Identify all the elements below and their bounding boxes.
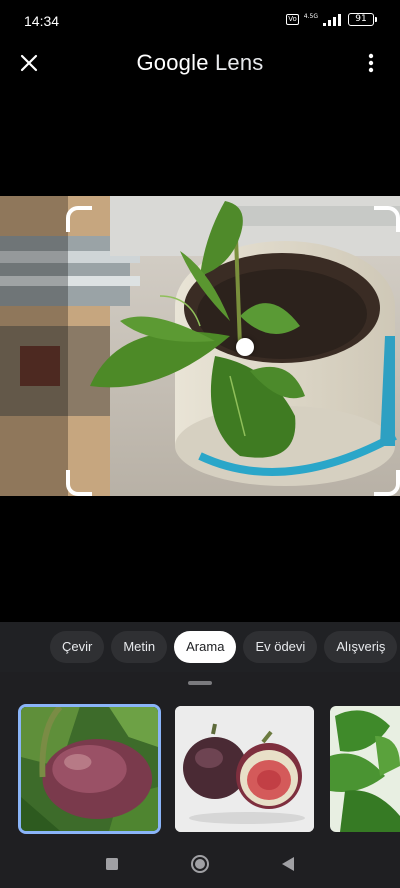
crop-selection-box[interactable] <box>66 206 400 496</box>
result-card-fig-leaves[interactable] <box>330 706 400 832</box>
app-title: Google Lens <box>0 50 400 76</box>
crop-handle-bottom-right[interactable] <box>374 470 400 496</box>
mode-chip-search[interactable]: Arama <box>174 631 237 663</box>
crop-handle-top-left[interactable] <box>66 206 92 232</box>
volte-icon: Vo <box>286 14 299 25</box>
title-product: Lens <box>214 50 264 75</box>
more-vert-icon <box>368 53 374 73</box>
square-icon <box>106 858 118 870</box>
app-bar: Google Lens <box>0 40 400 86</box>
crop-dim-overlay <box>0 196 68 496</box>
figs-halved-image <box>175 706 314 832</box>
result-card-figs-halved[interactable] <box>175 706 314 832</box>
result-card-fig-branch[interactable] <box>18 704 161 834</box>
mode-bar: Çevir Metin Arama Ev ödevi Alışveriş <box>0 622 400 672</box>
back-button[interactable] <box>276 852 300 876</box>
status-bar: 14:34 Vo 4.5G 91 <box>0 0 400 40</box>
triangle-back-icon <box>282 857 294 871</box>
crop-handle-top-right[interactable] <box>374 206 400 232</box>
mode-chip-translate[interactable]: Çevir <box>50 631 105 663</box>
fig-on-branch-image <box>21 707 158 831</box>
status-icons: Vo 4.5G 91 <box>286 12 377 26</box>
status-time: 14:34 <box>24 13 60 29</box>
network-type: 4.5G <box>303 12 318 20</box>
system-nav-bar <box>0 840 400 888</box>
more-options-button[interactable] <box>356 48 386 78</box>
mode-chip-text[interactable]: Metin <box>111 631 168 663</box>
sheet-drag-handle[interactable] <box>188 681 212 685</box>
mode-chip-shopping[interactable]: Alışveriş <box>324 631 398 663</box>
home-button[interactable] <box>188 852 212 876</box>
recent-apps-button[interactable] <box>100 852 124 876</box>
mode-chip-homework[interactable]: Ev ödevi <box>243 631 318 663</box>
circle-icon <box>191 855 209 873</box>
mode-chips: Çevir Metin Arama Ev ödevi Alışveriş <box>50 631 400 663</box>
fig-leaves-image <box>330 706 400 832</box>
battery-icon: 91 <box>348 13 377 26</box>
crop-handle-bottom-left[interactable] <box>66 470 92 496</box>
focus-point[interactable] <box>236 338 254 356</box>
title-brand: Google <box>136 50 209 75</box>
signal-icon <box>323 13 341 26</box>
results-sheet <box>0 672 400 840</box>
